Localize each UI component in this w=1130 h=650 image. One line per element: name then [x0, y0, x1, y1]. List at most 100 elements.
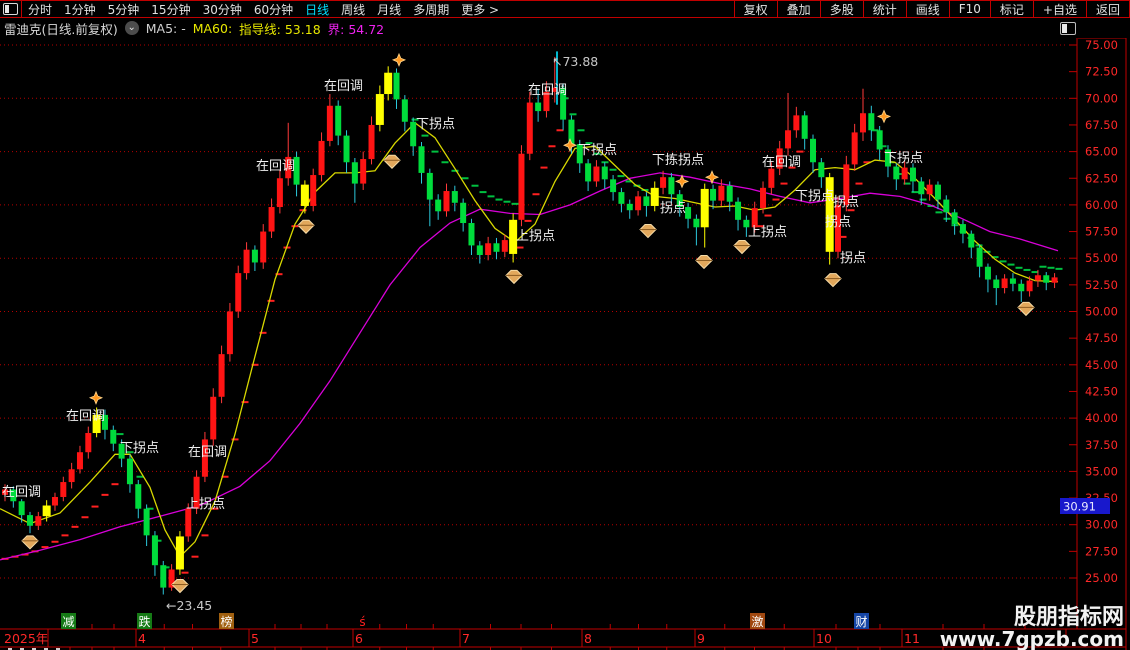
stock-chart-window: 分时 1分钟 5分钟 15分钟 30分钟 60分钟 日线 周线 月线 多周期 更…: [0, 0, 1130, 650]
diamond-marker-icon: [824, 273, 842, 288]
window-layout-button[interactable]: [0, 0, 22, 18]
tab-15min[interactable]: 15分钟: [145, 1, 196, 18]
diamond-marker-icon: [21, 535, 39, 550]
y-axis-label: 47.50: [1085, 331, 1118, 345]
candle-body: [1034, 275, 1041, 281]
candle-body: [618, 192, 625, 204]
y-axis-label: 57.50: [1085, 225, 1118, 239]
tab-1min[interactable]: 1分钟: [58, 1, 102, 18]
back-button[interactable]: 返回: [1085, 0, 1130, 18]
tab-60min[interactable]: 60分钟: [248, 1, 299, 18]
candle-body: [593, 166, 600, 182]
site-watermark-url: www.7gpzb.com: [940, 627, 1124, 650]
candle-body: [918, 181, 925, 195]
diamond-marker-icon: [505, 269, 523, 285]
price-note-label: ↖73.88: [552, 54, 598, 69]
diamond-marker-icon: [383, 154, 401, 169]
candle-body: [468, 223, 475, 246]
candle-body: [310, 175, 317, 206]
overlay-button[interactable]: 叠加: [776, 0, 820, 18]
mark-button[interactable]: 标记: [989, 0, 1033, 18]
statistics-button[interactable]: 统计: [862, 0, 906, 18]
guide-ma-line: [0, 121, 1059, 558]
candle-body: [768, 168, 775, 188]
x-axis-month-label: 7: [462, 631, 470, 646]
ma60-value: MA60:: [192, 20, 233, 36]
candlestick-chart[interactable]: 75.00 72.50 70.00 67.50 65.00 62.50 60.00 57.50…: [0, 0, 1130, 650]
tab-multi-period[interactable]: 多周期: [407, 1, 455, 18]
price-tag-value: 30.91: [1063, 500, 1096, 514]
tab-more[interactable]: 更多 >: [455, 1, 505, 18]
signal-label: 在回调: [324, 79, 363, 94]
y-axis-label: 50.00: [1085, 305, 1118, 319]
signal-label: 上拐点: [748, 225, 787, 240]
candle-body: [268, 207, 275, 232]
tab-daily[interactable]: 日线: [299, 1, 335, 18]
candle-body: [401, 99, 408, 122]
candle-body: [993, 279, 1000, 289]
candle-body: [76, 452, 83, 470]
candle-body: [968, 233, 975, 248]
candle-body: [601, 166, 608, 180]
candle-body: [909, 167, 916, 182]
candle-body: [260, 231, 267, 263]
tab-monthly[interactable]: 月线: [371, 1, 407, 18]
candle-body: [68, 469, 75, 483]
fuquan-button[interactable]: 复权: [733, 0, 777, 18]
x-axis-month-label: 10: [816, 631, 832, 646]
candle-body: [718, 185, 725, 201]
diamond-marker-icon: [639, 224, 657, 239]
add-watchlist-button[interactable]: +自选: [1032, 0, 1086, 18]
price-note-label: ←23.45: [166, 598, 212, 613]
tab-5min[interactable]: 5分钟: [102, 1, 146, 18]
tab-weekly[interactable]: 周线: [335, 1, 371, 18]
guide-line-value: 指导线: 53.18: [239, 21, 321, 37]
diamond-marker-icon: [1017, 301, 1035, 317]
f10-button[interactable]: F10: [948, 0, 990, 18]
candle-body: [335, 105, 342, 136]
y-axis-label: 42.50: [1085, 384, 1118, 398]
candle-body: [643, 196, 650, 206]
candle-body: [893, 166, 900, 180]
candle-body: [1009, 278, 1016, 284]
candle-body: [660, 177, 667, 188]
candle-body: [276, 178, 283, 208]
candle-body: [785, 130, 792, 149]
signal-label: 上拐点: [516, 229, 555, 244]
x-axis-month-label: 9: [697, 631, 705, 646]
signal-label: 在回调: [256, 159, 295, 174]
star-marker-icon: [876, 109, 892, 124]
tab-fenshi[interactable]: 分时: [22, 1, 58, 18]
watermark-char: 跌: [138, 614, 150, 629]
signal-label: 下拐点: [416, 117, 455, 132]
x-axis-month-label: 8: [584, 631, 592, 646]
tab-30min[interactable]: 30分钟: [197, 1, 248, 18]
signal-label: 上拐点: [186, 497, 225, 512]
multi-stock-button[interactable]: 多股: [819, 0, 863, 18]
y-axis-label: 72.50: [1085, 65, 1118, 79]
candle-body: [185, 508, 192, 537]
candle-body: [851, 132, 858, 165]
y-axis-label: 30.00: [1085, 518, 1118, 532]
axis-panel-icon[interactable]: [1060, 22, 1076, 35]
ma5-value: MA5: -: [145, 20, 186, 36]
x-axis-month-label: 4: [138, 631, 146, 646]
watermark-char: 财: [855, 615, 867, 629]
candle-body: [959, 224, 966, 234]
signal-label: 拐点: [825, 215, 851, 230]
draw-line-button[interactable]: 画线: [905, 0, 949, 18]
symbol-title: 雷迪克(日线.前复权): [4, 21, 118, 37]
chevron-down-icon[interactable]: ⌄: [124, 21, 139, 35]
candle-body: [384, 72, 393, 95]
candle-body: [126, 458, 133, 485]
candle-body: [735, 201, 742, 220]
candle-body: [143, 508, 150, 536]
candle-body: [426, 172, 433, 200]
candle-body: [810, 138, 817, 163]
y-axis-label: 65.00: [1085, 145, 1118, 159]
candle-body: [485, 243, 492, 256]
candle-body: [18, 501, 25, 516]
candle-body: [343, 135, 350, 163]
y-axis-label: 62.50: [1085, 171, 1118, 185]
candle-body: [160, 565, 167, 588]
